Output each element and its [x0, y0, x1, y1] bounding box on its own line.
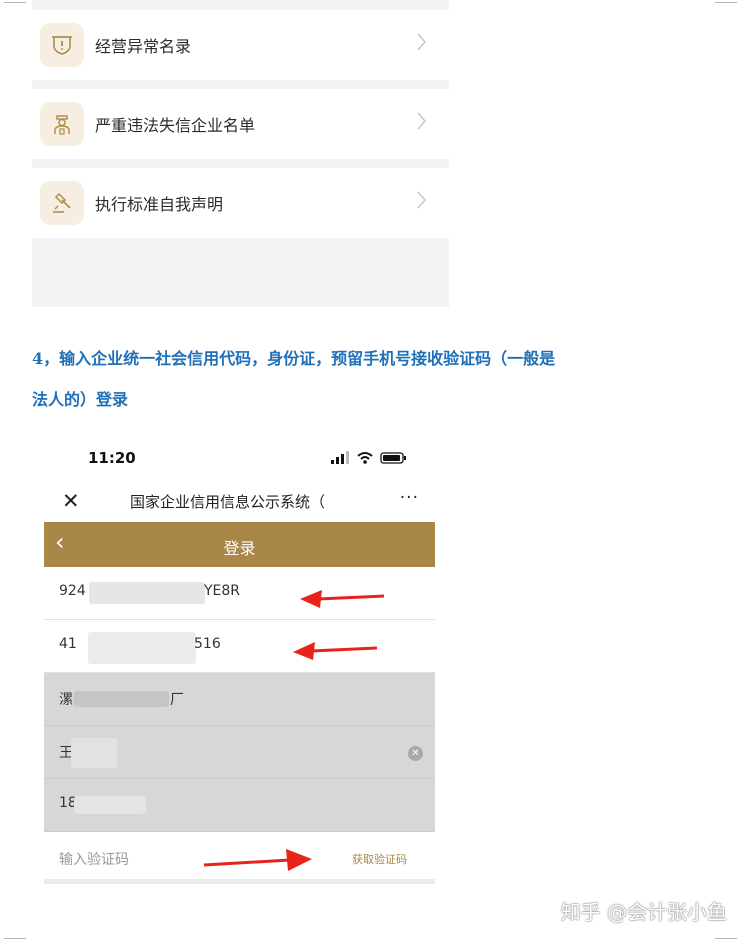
- company-name-field: 漯 厂: [44, 673, 435, 726]
- menu-item-blacklist[interactable]: 严重违法失信企业名单: [32, 89, 449, 159]
- close-icon[interactable]: ✕: [62, 489, 80, 513]
- company-name-prefix: 漯: [59, 692, 73, 708]
- crop-mark: [4, 2, 26, 3]
- login-header: ‹ 登录: [44, 522, 435, 567]
- crop-mark: [715, 2, 737, 3]
- more-icon[interactable]: ···: [400, 488, 419, 508]
- chevron-right-icon: [417, 33, 426, 51]
- login-title: 登录: [223, 539, 256, 558]
- redacted-blur: [89, 582, 205, 604]
- phone-screenshot: 11:20 ✕ 国家企业信用信息公示系统（ ··· ‹ 登录 924 YE8R: [44, 440, 435, 892]
- gavel-icon: [40, 181, 84, 225]
- watermark: 知乎 @会计张小鱼: [560, 900, 727, 924]
- red-arrow-icon: [293, 642, 378, 660]
- crop-mark: [715, 938, 737, 939]
- status-icons: [331, 451, 406, 464]
- person-badge-icon: [40, 102, 84, 146]
- navbar-title: 国家企业信用信息公示系统（: [130, 493, 326, 511]
- credit-code-suffix: YE8R: [204, 583, 241, 599]
- id-number-suffix: 516: [194, 636, 221, 652]
- legal-person-field: 王 ✕: [44, 726, 435, 779]
- chevron-right-icon: [417, 112, 426, 130]
- instruction-line-1: 4，输入企业统一社会信用代码，身份证，预留手机号接收验证码（一般是: [32, 349, 556, 368]
- redacted-blur: [74, 796, 146, 814]
- company-name-suffix: 厂: [170, 692, 184, 708]
- menu-item-self-declaration[interactable]: 执行标准自我声明: [32, 168, 449, 238]
- redacted-blur: [74, 691, 169, 707]
- clear-icon[interactable]: ✕: [408, 746, 423, 761]
- redacted-blur: [88, 632, 196, 664]
- menu-item-label: 经营异常名录: [95, 37, 192, 56]
- id-number-prefix: 41: [59, 636, 77, 652]
- redacted-blur: [71, 738, 117, 768]
- phone-number-field: 18: [44, 779, 435, 832]
- menu-item-label: 严重违法失信企业名单: [95, 116, 256, 135]
- get-code-button[interactable]: 获取验证码: [352, 851, 407, 867]
- credit-code-prefix: 924: [59, 583, 86, 599]
- chevron-right-icon: [417, 191, 426, 209]
- menu-screenshot: 经营异常名录 严重违法失信企业名单 执行标准自我声明: [32, 0, 449, 307]
- red-arrow-icon: [300, 590, 385, 608]
- crop-mark: [4, 938, 26, 939]
- shield-alert-icon: [40, 23, 84, 67]
- red-arrow-icon: [203, 849, 312, 871]
- wifi-icon: [357, 452, 373, 464]
- menu-item-label: 执行标准自我声明: [95, 195, 224, 214]
- status-time: 11:20: [88, 449, 136, 467]
- signal-icon: [331, 451, 349, 464]
- instruction-line-2: 法人的）登录: [32, 390, 129, 409]
- menu-item-abnormal-list[interactable]: 经营异常名录: [32, 10, 449, 80]
- battery-icon: [380, 452, 406, 464]
- verification-code-input[interactable]: 输入验证码: [59, 849, 129, 869]
